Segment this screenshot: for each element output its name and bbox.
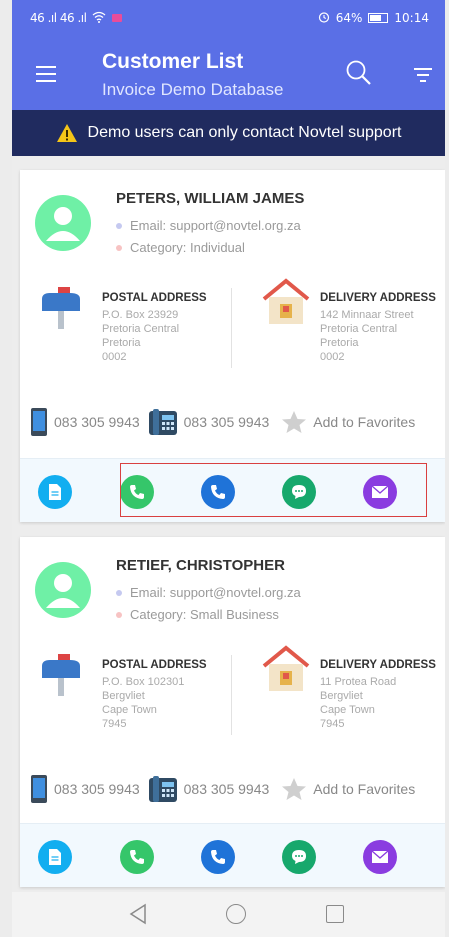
mobile-phone-icon (31, 408, 47, 436)
wifi-icon (92, 11, 106, 26)
notification-icon (112, 14, 123, 22)
demo-warning-banner: Demo users can only contact Novtel suppo… (12, 110, 445, 156)
back-icon[interactable] (128, 903, 148, 925)
invoice-document-button[interactable] (38, 475, 72, 509)
recent-apps-icon[interactable] (326, 905, 344, 923)
customer-card[interactable]: PETERS, WILLIAM JAMES Email: support@nov… (20, 170, 445, 522)
battery-percent: 64% (335, 11, 363, 25)
customer-category: Category: Small Business (116, 607, 279, 622)
app-bar: Customer List Invoice Demo Database (12, 36, 445, 110)
add-to-favorites[interactable]: Add to Favorites (313, 781, 415, 797)
delivery-address: DELIVERY ADDRESS 11 Protea Road Bergvlie… (320, 659, 445, 731)
device-frame: 46 .ıl 46 .ıl 64% 10:14 Customer List In… (0, 0, 449, 937)
contact-row: 083 305 9943 083 305 9943 Add to Favorit… (30, 407, 445, 437)
mobile-number[interactable]: 083 305 9943 (54, 414, 140, 430)
delivery-address-title: DELIVERY ADDRESS (320, 292, 436, 304)
dial-button[interactable] (201, 840, 235, 874)
customer-name: RETIEF, CHRISTOPHER (116, 557, 285, 574)
alarm-icon (318, 11, 330, 26)
mailbox-icon (42, 654, 80, 696)
invoice-document-button[interactable] (38, 840, 72, 874)
star-icon[interactable] (281, 777, 307, 801)
landline-number[interactable]: 083 305 9943 (184, 781, 270, 797)
status-left: 46 .ıl 46 .ıl (30, 11, 123, 26)
sms-button[interactable] (282, 840, 316, 874)
home-icon[interactable] (226, 904, 246, 924)
landline-phone-icon (148, 776, 177, 802)
house-icon (262, 645, 310, 691)
mailbox-icon (42, 287, 80, 329)
postal-address-title: POSTAL ADDRESS (102, 292, 207, 304)
customer-card[interactable]: RETIEF, CHRISTOPHER Email: support@novte… (20, 537, 445, 887)
mail-icon (371, 850, 389, 863)
postal-address: POSTAL ADDRESS P.O. Box 102301 Bergvliet… (102, 659, 207, 730)
warning-icon (56, 124, 77, 142)
contact-actions-highlight (120, 463, 427, 517)
hamburger-icon[interactable] (36, 66, 56, 82)
postal-address: POSTAL ADDRESS P.O. Box 23929 Pretoria C… (102, 292, 207, 363)
delivery-address: DELIVERY ADDRESS 142 Minnaar Street Pret… (320, 292, 445, 364)
address-divider (231, 288, 232, 368)
page-title: Customer List (102, 50, 244, 73)
system-navigation-bar (12, 892, 445, 937)
action-bar (20, 823, 445, 887)
customer-email: Email: support@novtel.org.za (116, 585, 301, 600)
banner-text: Demo users can only contact Novtel suppo… (87, 124, 402, 141)
mobile-phone-icon (31, 775, 47, 803)
customer-email: Email: support@novtel.org.za (116, 218, 301, 233)
phone-screen: 46 .ıl 46 .ıl 64% 10:14 Customer List In… (12, 0, 445, 937)
chat-bubble-icon (292, 850, 306, 864)
clock: 10:14 (394, 11, 429, 25)
house-icon (262, 278, 310, 324)
filter-icon[interactable] (412, 66, 434, 84)
star-icon[interactable] (281, 410, 307, 434)
document-icon (49, 849, 61, 865)
contact-row: 083 305 9943 083 305 9943 Add to Favorit… (30, 774, 445, 804)
email-button[interactable] (363, 840, 397, 874)
page-subtitle: Invoice Demo Database (102, 80, 284, 99)
avatar (35, 195, 91, 251)
search-icon[interactable] (344, 58, 374, 88)
document-icon (49, 484, 61, 500)
phone-icon (130, 850, 144, 864)
mobile-number[interactable]: 083 305 9943 (54, 781, 140, 797)
postal-address-title: POSTAL ADDRESS (102, 659, 207, 671)
avatar (35, 562, 91, 618)
customer-category: Category: Individual (116, 240, 245, 255)
phone-icon (211, 850, 225, 864)
call-button[interactable] (120, 840, 154, 874)
status-right: 64% 10:14 (318, 11, 429, 26)
battery-icon (368, 13, 389, 23)
status-bar: 46 .ıl 46 .ıl 64% 10:14 (12, 0, 445, 36)
landline-phone-icon (148, 409, 177, 435)
customer-name: PETERS, WILLIAM JAMES (116, 190, 305, 207)
add-to-favorites[interactable]: Add to Favorites (313, 414, 415, 430)
delivery-address-title: DELIVERY ADDRESS (320, 659, 436, 671)
landline-number[interactable]: 083 305 9943 (184, 414, 270, 430)
address-divider (231, 655, 232, 735)
signal-icon: 46 .ıl 46 .ıl (30, 11, 87, 25)
